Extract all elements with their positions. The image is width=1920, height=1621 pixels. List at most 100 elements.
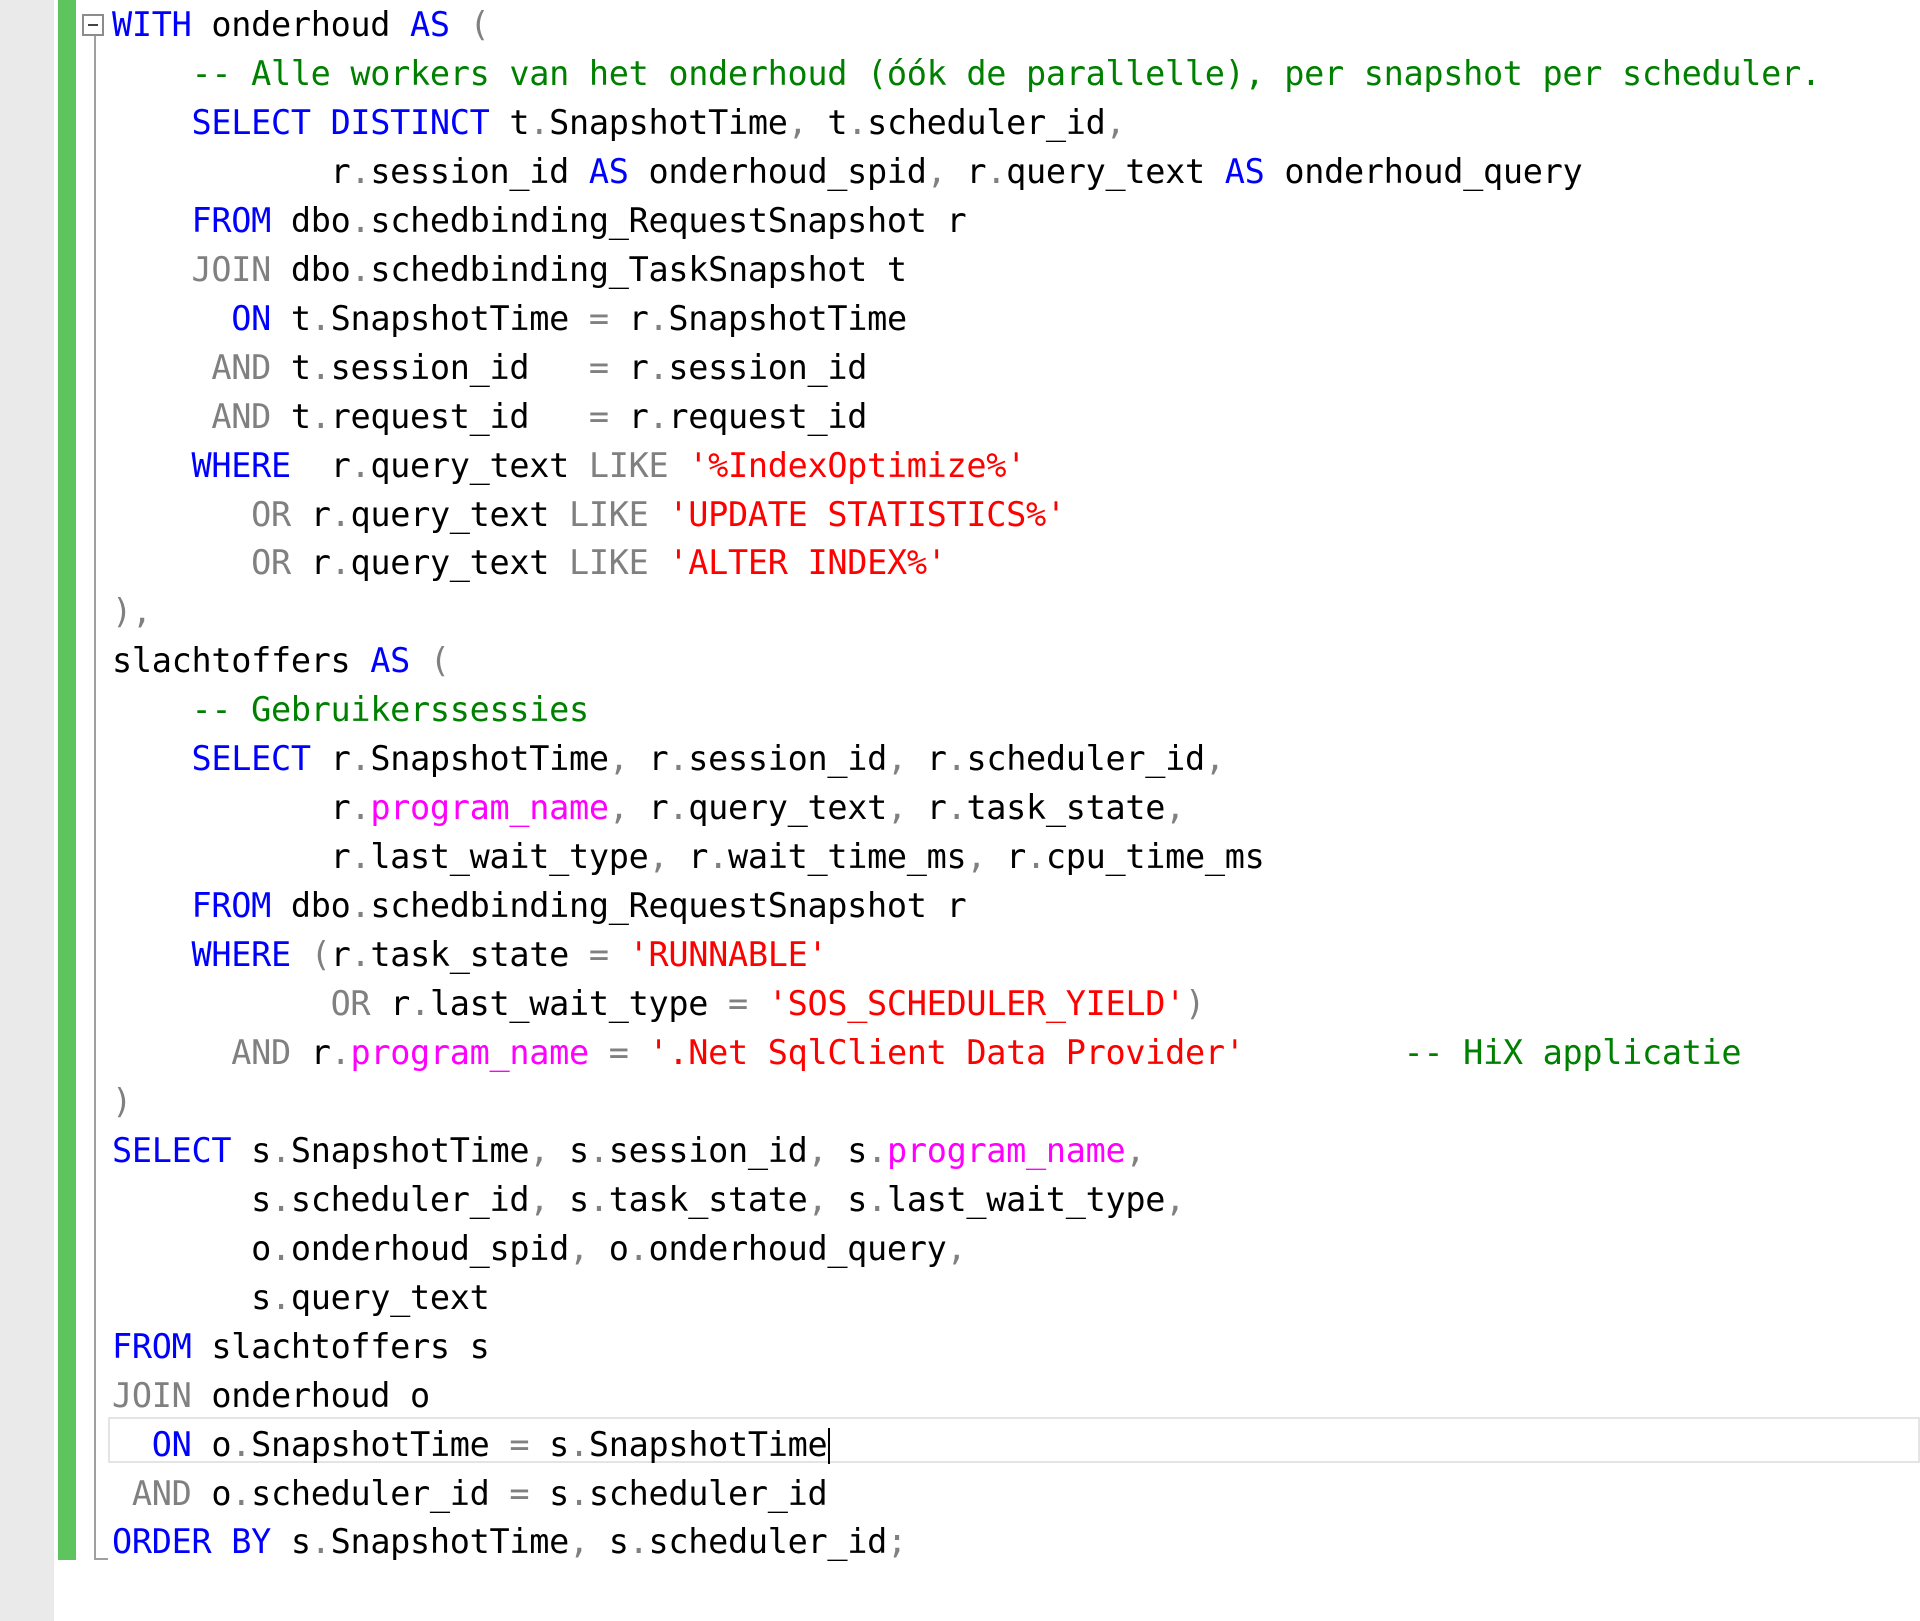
identifier-token [112, 1425, 152, 1464]
identifier-token: r [668, 837, 709, 877]
identifier-token: s [827, 1179, 868, 1219]
operator-token: . [270, 1179, 291, 1219]
function-token: program_name [350, 1032, 589, 1072]
identifier-token: scheduler_id [867, 102, 1106, 142]
operator-token: , [1165, 788, 1185, 828]
identifier-token [609, 935, 629, 974]
code-line[interactable]: -- Alle workers van het onderhoud (óók d… [112, 49, 1821, 98]
code-line[interactable]: o.onderhoud_spid, o.onderhoud_query, [112, 1224, 967, 1273]
keyword-token: FROM [191, 886, 271, 926]
operator-token: , [807, 1130, 828, 1170]
operator-token: . [867, 1179, 887, 1219]
identifier-token [112, 739, 191, 778]
identifier-token [112, 1033, 231, 1072]
code-line[interactable]: SELECT s.SnapshotTime, s.session_id, s.p… [112, 1126, 1146, 1175]
code-line[interactable]: OR r.last_wait_type = 'SOS_SCHEDULER_YIE… [112, 979, 1206, 1028]
code-line[interactable]: FROM dbo.schedbinding_RequestSnapshot r [112, 196, 966, 245]
operator-token: AND [211, 347, 271, 387]
code-line[interactable]: ORDER BY s.SnapshotTime, s.scheduler_id; [112, 1517, 907, 1566]
code-line[interactable]: FROM dbo.schedbinding_RequestSnapshot r [112, 881, 966, 930]
code-line[interactable]: r.session_id AS onderhoud_spid, r.query_… [112, 147, 1583, 196]
operator-token: . [310, 1522, 331, 1562]
code-line[interactable]: ), [112, 587, 152, 636]
identifier-token [112, 1474, 132, 1513]
identifier-token: dbo [270, 886, 351, 926]
operator-token: . [628, 1228, 649, 1268]
operator-token: . [310, 396, 331, 436]
code-line[interactable]: -- Gebruikerssessies [112, 685, 589, 734]
operator-token: OR [251, 494, 291, 534]
operator-token: ( [410, 641, 450, 681]
identifier-token: query_text [688, 788, 887, 828]
operator-token: . [668, 739, 689, 779]
operator-token: = [588, 396, 609, 436]
identifier-token [112, 886, 191, 925]
code-line[interactable]: s.scheduler_id, s.task_state, s.last_wai… [112, 1175, 1185, 1224]
operator-token: . [350, 739, 371, 779]
operator-token: , [608, 739, 629, 779]
identifier-token: r [628, 788, 669, 828]
code-line[interactable]: AND t.session_id = r.session_id [112, 343, 867, 392]
function-token: program_name [886, 1130, 1126, 1170]
identifier-token: scheduler_id [966, 739, 1205, 779]
operator-token: . [350, 151, 371, 191]
code-line[interactable]: r.last_wait_type, r.wait_time_ms, r.cpu_… [112, 832, 1265, 881]
keyword-token: WHERE [191, 935, 291, 975]
code-line[interactable]: ON o.SnapshotTime = s.SnapshotTime [112, 1420, 831, 1469]
code-line[interactable]: WHERE (r.task_state = 'RUNNABLE' [112, 930, 827, 979]
code-line[interactable]: WITH onderhoud AS ( [112, 0, 490, 49]
operator-token: OR [330, 984, 371, 1023]
code-line[interactable]: SELECT DISTINCT t.SnapshotTime, t.schedu… [112, 98, 1125, 147]
operator-token: . [1026, 837, 1046, 877]
keyword-token: AS [370, 641, 411, 681]
keyword-token: FROM [112, 1326, 192, 1366]
identifier-token: task_state [966, 788, 1166, 828]
code-line[interactable]: ON t.SnapshotTime = r.SnapshotTime [112, 294, 907, 343]
identifier-token: SnapshotTime [251, 1424, 510, 1464]
identifier-token [112, 299, 231, 338]
identifier-token: o [112, 1228, 271, 1268]
identifier-token: wait_time_ms [727, 837, 967, 877]
identifier-token: query_text [290, 1277, 490, 1317]
code-line[interactable]: r.program_name, r.query_text, r.task_sta… [112, 783, 1186, 832]
operator-token: . [569, 1424, 589, 1464]
code-line[interactable]: slachtoffers AS ( [112, 636, 450, 685]
operator-token: . [648, 347, 669, 387]
code-line[interactable]: AND o.scheduler_id = s.scheduler_id [112, 1469, 828, 1518]
operator-token: . [529, 102, 550, 142]
identifier-token: s [529, 1424, 570, 1464]
code-line[interactable]: ) [112, 1077, 132, 1126]
operator-token: . [648, 298, 669, 338]
identifier-token: r [608, 396, 649, 436]
code-line[interactable]: JOIN dbo.schedbinding_TaskSnapshot t [112, 245, 907, 294]
operator-token: . [569, 1473, 589, 1513]
identifier-token: query_text [350, 543, 570, 583]
identifier-token: t [489, 102, 530, 142]
operator-token: , [569, 1228, 589, 1268]
operator-token: ( [449, 5, 490, 44]
code-line[interactable]: SELECT r.SnapshotTime, r.session_id, r.s… [112, 734, 1225, 783]
code-line[interactable]: OR r.query_text LIKE 'UPDATE STATISTICS%… [112, 490, 1066, 539]
identifier-token: schedbinding_RequestSnapshot r [370, 200, 967, 240]
code-line[interactable]: WHERE r.query_text LIKE '%IndexOptimize%… [112, 441, 1026, 490]
operator-token: = [509, 1424, 530, 1464]
operator-token: AND [131, 1473, 192, 1513]
code-line[interactable]: FROM slachtoffers s [112, 1322, 490, 1371]
collapse-minus-icon[interactable] [82, 14, 104, 36]
code-line[interactable]: AND t.request_id = r.request_id [112, 392, 867, 441]
code-line[interactable]: OR r.query_text LIKE 'ALTER INDEX%' [112, 538, 947, 587]
operator-token: . [350, 788, 371, 828]
identifier-token: o [191, 1473, 232, 1513]
identifier-token: task_state [608, 1179, 808, 1219]
keyword-token: AS [410, 5, 450, 44]
code-line[interactable]: s.query_text [112, 1273, 490, 1322]
code-line[interactable]: AND r.program_name = '.Net SqlClient Dat… [112, 1028, 1741, 1077]
code-line[interactable]: JOIN onderhoud o [112, 1371, 430, 1420]
identifier-token: o [191, 1424, 232, 1464]
operator-token: , [608, 788, 629, 828]
operator-token: . [628, 1522, 649, 1562]
operator-token: ) [1184, 984, 1205, 1023]
identifier-token: s [588, 1522, 629, 1562]
identifier-token: r [112, 788, 351, 828]
identifier-token: o [588, 1228, 629, 1268]
